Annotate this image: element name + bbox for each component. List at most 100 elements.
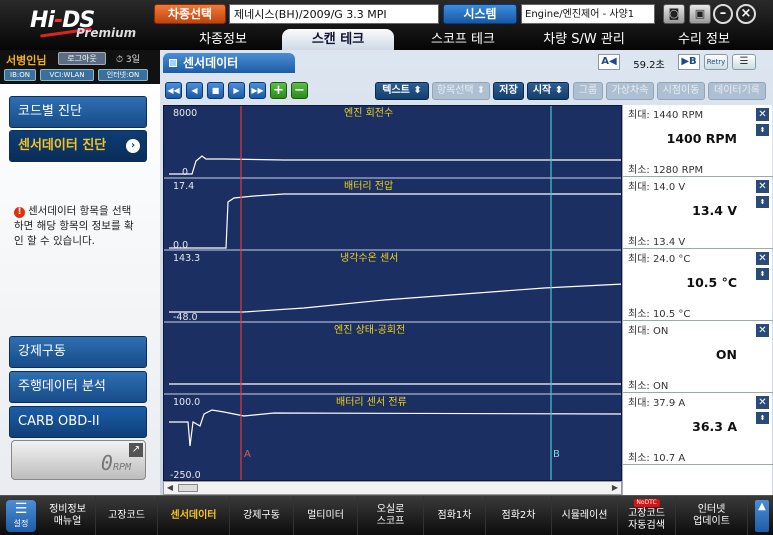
axis-min-label: 0 <box>182 167 188 178</box>
close-icon[interactable]: ✕ <box>756 324 769 337</box>
close-icon[interactable]: ✕ <box>756 180 769 193</box>
simulation-button[interactable]: 시뮬레이션 <box>552 496 618 535</box>
max-value: 최대: ON <box>628 326 669 337</box>
current-value: 36.3 A <box>692 419 737 434</box>
min-value: 최소: 1280 RPM <box>628 165 704 176</box>
ignition-primary-label: 점화1차 <box>437 510 472 521</box>
sensor-name-label: 배터리 센서 전류 <box>336 396 407 408</box>
trace-battery-current <box>169 409 621 447</box>
zoom-out-icon[interactable]: − <box>291 82 308 99</box>
rpm-digit: 0 <box>100 451 113 475</box>
title-bar: Hi-DS Premium 차종선택 제네시스(BH)/2009/G 3.3 M… <box>0 0 773 50</box>
drive-data-analysis-button[interactable]: 주행데이터 분석 <box>9 371 147 403</box>
main-tab-bar: 차종정보 스캔 테크 스코프 테크 차량 S/W 관리 수리 정보 <box>160 29 773 50</box>
settings-button[interactable]: ☰ 설정 <box>6 500 36 532</box>
sensor-data-button[interactable]: 센서데이터 <box>158 496 230 535</box>
sensor-name-label: 엔진 상태-공회전 <box>334 324 405 336</box>
sensor-value-row: 최대: 14.0 V 13.4 V 최소: 13.4 V ✕ ⬍ <box>623 177 773 249</box>
sensor-data-tab[interactable]: 센서데이터 <box>163 53 295 73</box>
hi-ds-premium-logo: Hi-DS Premium <box>30 8 137 40</box>
sensor-data-tab-label: 센서데이터 <box>183 56 239 70</box>
max-value: 최대: 1440 RPM <box>628 110 704 121</box>
cursor-b-button[interactable]: ▶B <box>678 54 700 70</box>
axis-max-label: 100.0 <box>173 397 200 408</box>
zoom-in-icon[interactable]: + <box>270 82 287 99</box>
stop-icon[interactable]: ■ <box>207 82 224 99</box>
scroll-up-icon[interactable]: ▲ <box>755 500 769 532</box>
logout-button[interactable]: 로그아웃 <box>58 52 106 65</box>
tab-scan-tech[interactable]: 스캔 테크 <box>282 29 394 50</box>
tab-vehicle-info[interactable]: 차종정보 <box>178 29 268 50</box>
scroll-right-icon[interactable]: ▶ <box>609 482 621 494</box>
ignition-secondary-button[interactable]: 점화2차 <box>486 496 552 535</box>
oscilloscope-button[interactable]: 오실로 스코프 <box>358 496 424 535</box>
internet-update-button[interactable]: 인터넷 업데이트 <box>676 496 748 535</box>
vehicle-select-button[interactable]: 차종선택 <box>154 4 226 24</box>
list-icon[interactable]: ☰ <box>732 54 756 70</box>
tab-vehicle-sw[interactable]: 차량 S/W 관리 <box>524 29 644 50</box>
ignition-primary-button[interactable]: 점화1차 <box>424 496 486 535</box>
minimize-button[interactable]: – <box>713 4 733 24</box>
camera-icon[interactable]: ◙ <box>663 4 685 24</box>
save-button[interactable]: 저장 <box>493 82 524 100</box>
step-back-icon[interactable]: ◀ <box>186 82 203 99</box>
scroll-left-icon[interactable]: ◀ <box>164 482 176 494</box>
repair-manual-button[interactable]: 정비정보 매뉴얼 <box>40 496 96 535</box>
expand-icon[interactable]: ↗ <box>129 443 143 457</box>
rpm-display[interactable]: ↗ 0RPM <box>11 440 146 480</box>
tab-scope-tech[interactable]: 스코프 테크 <box>408 29 518 50</box>
auto-dtc-search-button[interactable]: NoDTC 고장코드 자동검색 <box>618 496 676 535</box>
rewind-icon[interactable]: ◀◀ <box>165 82 182 99</box>
internet-update-label: 인터넷 업데이트 <box>693 504 730 527</box>
virtual-speed-button[interactable]: 가상차속 <box>606 82 654 100</box>
tab-repair-info[interactable]: 수리 정보 <box>654 29 754 50</box>
internet-status-badge: 인터넷:ON <box>98 69 148 81</box>
current-value: 1400 RPM <box>666 131 737 146</box>
step-forward-icon[interactable]: ▶ <box>228 82 245 99</box>
retry-button[interactable]: Retry <box>704 54 728 70</box>
multimeter-button[interactable]: 멀티미터 <box>294 496 358 535</box>
forced-drive-bottom-button[interactable]: 강제구동 <box>230 496 294 535</box>
item-select-button[interactable]: 항목선택 ⬍ <box>432 82 490 100</box>
rpm-value: 0RPM <box>101 451 131 475</box>
trace-coolant-temp <box>169 283 621 313</box>
start-button[interactable]: 시작 ⬍ <box>527 82 569 100</box>
carb-obd-button[interactable]: CARB OBD-II <box>9 406 147 438</box>
min-value: 최소: ON <box>628 381 669 392</box>
resize-icon[interactable]: ⬍ <box>756 124 769 136</box>
window-icon[interactable]: ▣ <box>689 4 711 24</box>
sensor-value-row: 최대: ON ON 최소: ON ✕ <box>623 321 773 393</box>
time-shift-button[interactable]: 시점이동 <box>657 82 705 100</box>
system-select-button[interactable]: 시스템 <box>443 4 517 24</box>
data-record-button[interactable]: 데이터기록 <box>708 82 766 100</box>
close-icon[interactable]: ✕ <box>756 252 769 265</box>
min-value: 최소: 10.5 °C <box>628 309 691 320</box>
close-icon[interactable]: ✕ <box>756 108 769 121</box>
code-diagnosis-button[interactable]: 코드별 진단 <box>9 96 147 128</box>
text-mode-button[interactable]: 텍스트 ⬍ <box>375 82 429 100</box>
horizontal-scrollbar[interactable]: ◀ ▶ <box>163 481 622 495</box>
sensor-hint-text: ! 센서데이터 항목을 선택하면 해당 항목의 정보를 확인 할 수 있습니다. <box>14 204 140 249</box>
cursor-a-button[interactable]: A◀ <box>598 54 620 70</box>
forced-drive-button[interactable]: 강제구동 <box>9 336 147 368</box>
close-button[interactable]: × <box>736 4 756 24</box>
sensor-value-row: 최대: 24.0 °C 10.5 °C 최소: 10.5 °C ✕ ⬍ <box>623 249 773 321</box>
sensor-graph-area[interactable]: A B 8000 0 엔진 회전수 17.4 0.0 배터리 전압 143.3 … <box>163 105 622 481</box>
user-status-bar: 서병인님 로그아웃 ⏱ 3일 IB:ON VCI:WLAN 인터넷:ON <box>0 50 160 84</box>
user-name: 서병인님 <box>6 54 47 67</box>
sensor-data-diagnosis-label: 센서데이터 진단 <box>18 138 107 153</box>
sensor-graph[interactable]: A B 8000 0 엔진 회전수 17.4 0.0 배터리 전압 143.3 … <box>164 106 622 481</box>
sensor-name-label: 냉각수온 센서 <box>340 252 398 264</box>
scroll-thumb[interactable] <box>178 484 198 492</box>
min-value: 최소: 10.7 A <box>628 453 686 464</box>
fast-forward-icon[interactable]: ▶▶ <box>249 82 266 99</box>
axis-max-label: 17.4 <box>173 181 194 192</box>
close-icon[interactable]: ✕ <box>756 396 769 409</box>
sensor-data-diagnosis-button[interactable]: 센서데이터 진단 › <box>9 130 147 162</box>
resize-icon[interactable]: ⬍ <box>756 196 769 208</box>
resize-icon[interactable]: ⬍ <box>756 268 769 280</box>
group-button[interactable]: 그룹 <box>573 82 603 100</box>
resize-icon[interactable]: ⬍ <box>756 412 769 424</box>
fault-code-button[interactable]: 고장코드 <box>96 496 158 535</box>
max-value: 최대: 14.0 V <box>628 182 686 193</box>
